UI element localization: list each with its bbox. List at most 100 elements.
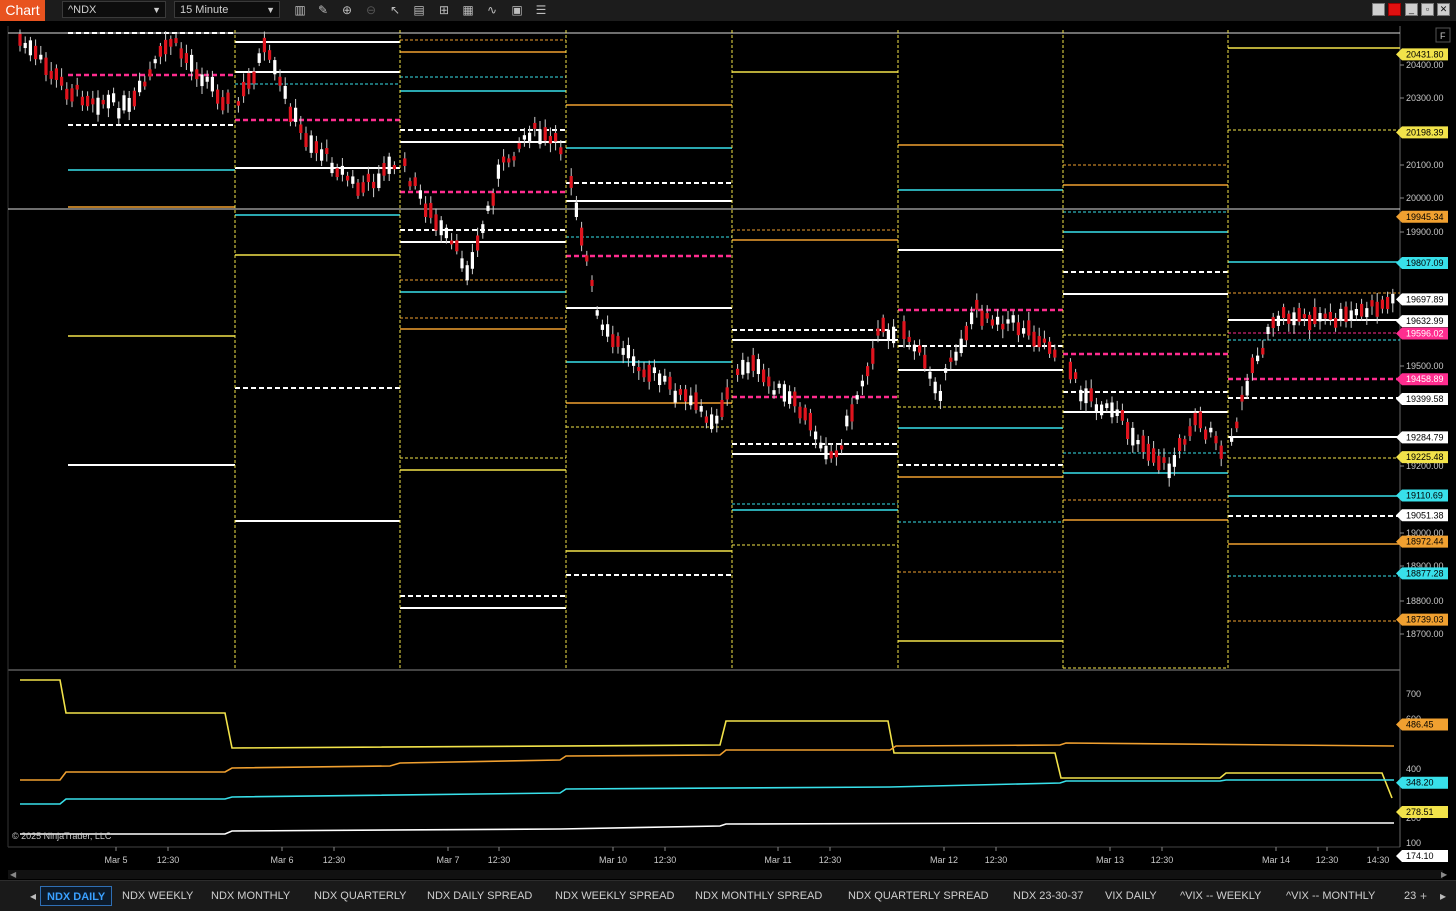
candle-body <box>1282 307 1286 318</box>
tabs-left-icon[interactable]: ◂ <box>30 886 36 906</box>
candle-body <box>101 99 105 105</box>
tab-ndx-quarterly-spread[interactable]: NDX QUARTERLY SPREAD <box>848 886 989 906</box>
tab-ndx-monthly-spread[interactable]: NDX MONTHLY SPREAD <box>695 886 822 906</box>
candle-body <box>387 156 391 174</box>
candle-body <box>1219 445 1223 459</box>
template-icon[interactable]: ⊞ <box>436 3 452 18</box>
price-flag-value: 18877.28 <box>1406 568 1444 578</box>
instrument-selector[interactable]: ^NDX ▼ <box>62 1 166 18</box>
candle-body <box>876 328 880 336</box>
chart-canvas[interactable]: F 700600400200100486.45348.20278.51174.1… <box>0 21 1456 870</box>
bar-type-icon[interactable]: ▥ <box>292 3 308 18</box>
candle-body <box>351 176 355 184</box>
tab-ndx-monthly[interactable]: NDX MONTHLY <box>211 886 290 906</box>
tab-23[interactable]: 23 <box>1404 886 1416 906</box>
maximize-icon[interactable]: ▫ <box>1421 3 1434 16</box>
pointer-icon[interactable]: ↖ <box>387 3 403 18</box>
candle-body <box>678 389 682 395</box>
price-flag-value: 19596.02 <box>1406 328 1444 338</box>
time-axis-label: 12:30 <box>1151 855 1174 865</box>
tab-vix-weekly[interactable]: ^VIX -- WEEKLY <box>1180 886 1261 906</box>
chevron-down-icon: ▼ <box>152 5 161 15</box>
candle-body <box>715 415 719 424</box>
properties-icon[interactable]: ▤ <box>411 3 427 18</box>
candle-body <box>392 165 396 170</box>
candle-body <box>1027 320 1031 336</box>
candle-body <box>429 202 433 218</box>
tab-vix-monthly[interactable]: ^VIX -- MONTHLY <box>1286 886 1375 906</box>
candle-body <box>944 368 948 373</box>
zoom-in-icon[interactable]: ⊕ <box>339 3 355 18</box>
tabs-right-icon[interactable]: ▸ <box>1440 886 1446 906</box>
candle-body <box>216 89 220 104</box>
tab-ndx-weekly[interactable]: NDX WEEKLY <box>122 886 193 906</box>
candle-body <box>226 92 230 104</box>
candle-body <box>803 407 807 421</box>
zoom-out-icon[interactable]: ⊖ <box>363 3 379 18</box>
candle-body <box>210 76 214 92</box>
candle-body <box>247 73 251 89</box>
tab-ndx-quarterly[interactable]: NDX QUARTERLY <box>314 886 407 906</box>
candle-body <box>637 367 641 372</box>
candle-body <box>673 390 677 403</box>
candle-body <box>1037 336 1041 348</box>
link-red-icon[interactable] <box>1388 3 1401 16</box>
add-tab-icon[interactable]: + <box>1420 886 1427 906</box>
tab-ndx-weekly-spread[interactable]: NDX WEEKLY SPREAD <box>555 886 674 906</box>
candle-body <box>741 359 745 375</box>
scroll-left-icon[interactable]: ◀ <box>10 870 16 879</box>
more-icon[interactable]: ☰ <box>533 3 549 18</box>
candle-body <box>793 391 797 407</box>
candle-body <box>143 81 147 87</box>
candle-body <box>554 133 558 142</box>
candle-body <box>1042 338 1046 343</box>
interval-selector[interactable]: 15 Minute ▼ <box>174 1 280 18</box>
candle-body <box>54 68 58 81</box>
candle-body <box>127 97 131 112</box>
price-flag: 19284.79 <box>1396 431 1448 444</box>
candle-body <box>132 90 136 107</box>
price-axis-label: 19500.00 <box>1406 361 1444 371</box>
candle-body <box>1167 463 1171 479</box>
minimize-icon[interactable]: _ <box>1405 3 1418 16</box>
indicators-icon[interactable]: ∿ <box>484 3 500 18</box>
draw-pencil-icon[interactable]: ✎ <box>315 3 331 18</box>
candle-body <box>169 38 173 47</box>
candle-body <box>632 356 636 366</box>
candle-body <box>106 94 110 109</box>
close-icon[interactable]: ✕ <box>1437 3 1450 16</box>
tab-ndx-23-30-37[interactable]: NDX 23-30-37 <box>1013 886 1083 906</box>
data-box-icon[interactable]: ▦ <box>460 3 476 18</box>
price-flag-value: 19458.89 <box>1406 374 1444 384</box>
candle-body <box>798 406 802 419</box>
lower-axis-label: 400 <box>1406 764 1421 774</box>
chart-menu-button[interactable]: Chart <box>0 0 45 21</box>
restore-icon[interactable] <box>1372 3 1385 16</box>
candle-body <box>450 240 454 245</box>
scroll-right-icon[interactable]: ▶ <box>1441 870 1447 879</box>
time-axis-label: 12:30 <box>985 855 1008 865</box>
candle-body <box>164 39 168 55</box>
strategies-icon[interactable]: ▣ <box>509 3 525 18</box>
tab-ndx-daily[interactable]: NDX DAILY <box>40 886 113 906</box>
candle-body <box>236 101 240 106</box>
candle-body <box>1157 455 1161 471</box>
horizontal-scrollbar[interactable] <box>8 870 1443 879</box>
candle-body <box>70 88 74 102</box>
candle-body <box>574 202 578 217</box>
tab-ndx-daily-spread[interactable]: NDX DAILY SPREAD <box>427 886 532 906</box>
candle-body <box>528 132 532 141</box>
candle-body <box>923 354 927 369</box>
candle-body <box>330 162 334 174</box>
tab-vix-daily[interactable]: VIX DAILY <box>1105 886 1157 906</box>
candle-body <box>502 156 506 163</box>
candle-body <box>918 345 922 353</box>
candle-body <box>1276 315 1280 326</box>
time-axis-label: 12:30 <box>654 855 677 865</box>
chart-toolbar: Chart ^NDX ▼ 15 Minute ▼ ▥ ✎ ⊕ ⊖ ↖ ▤ ⊞ ▦… <box>0 0 1456 22</box>
lower-flag-value: 174.10 <box>1406 851 1434 861</box>
candle-body <box>517 143 521 149</box>
candle-body <box>242 81 246 97</box>
lower-flag: 348.20 <box>1396 776 1448 789</box>
candle-body <box>767 376 771 387</box>
